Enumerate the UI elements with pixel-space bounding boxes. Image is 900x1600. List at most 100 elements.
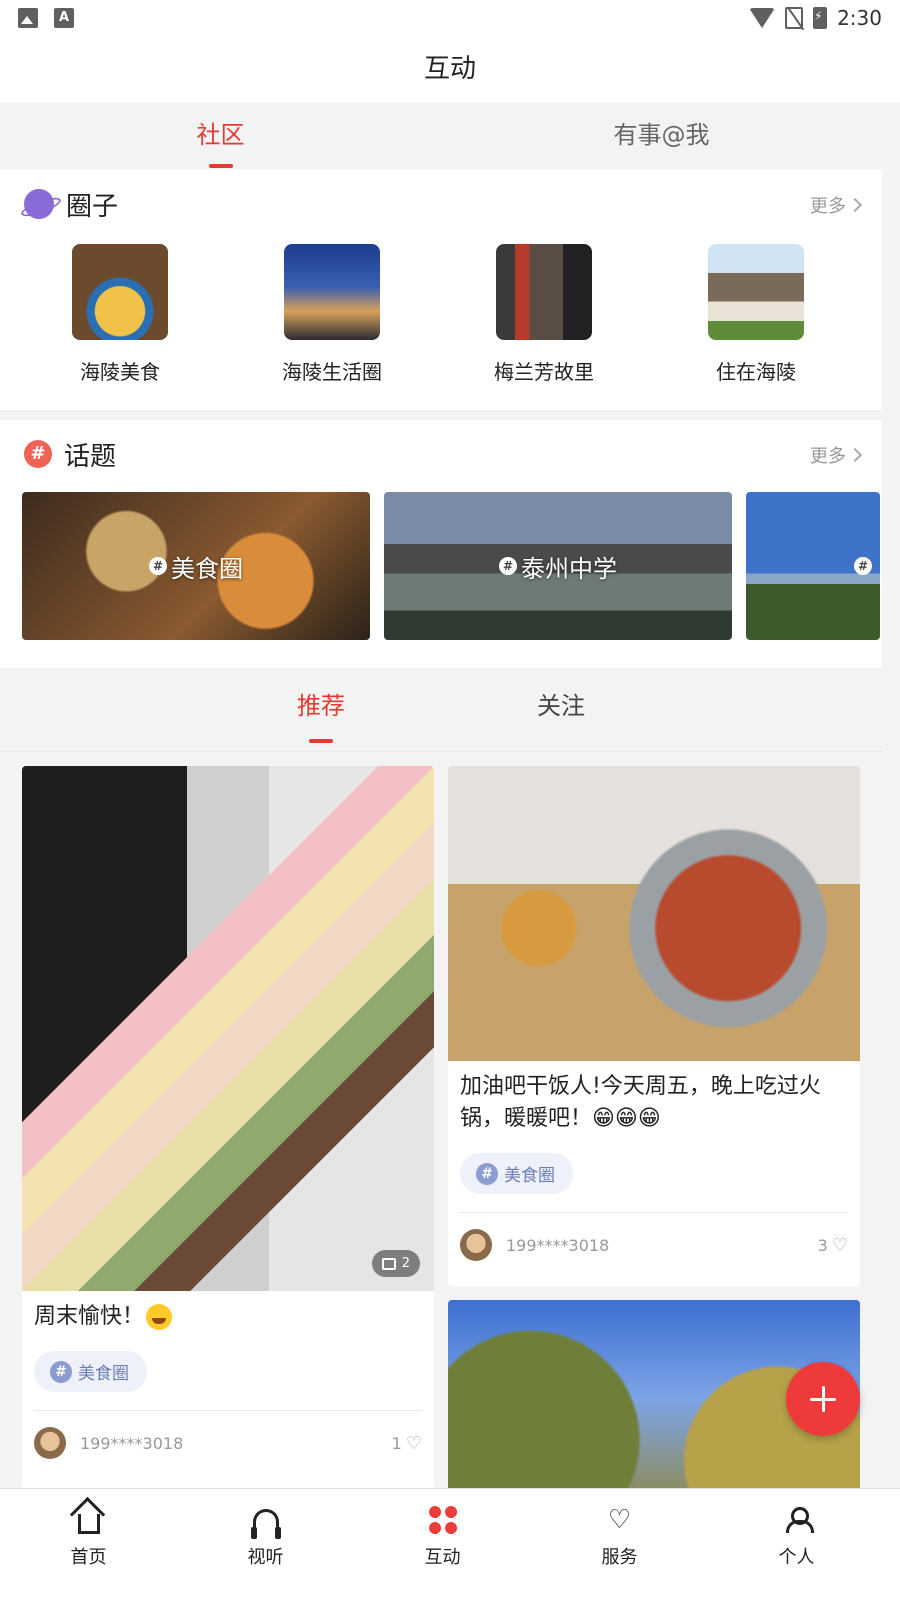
post-tag-label: 美食圈: [504, 1166, 555, 1186]
circle-thumbnail: [284, 244, 380, 340]
topics-title: 话题: [64, 441, 117, 472]
circles-section: 圈子 更多 海陵美食 海陵生活圈 梅兰芳故里 住在海陵: [0, 170, 882, 410]
topic-hash-icon: #: [854, 557, 872, 575]
circle-thumbnail: [708, 244, 804, 340]
topic-card[interactable]: # 泰州中学: [384, 492, 732, 640]
topic-hash-icon: #: [499, 557, 517, 575]
topic-name: # 泰州中学: [499, 549, 617, 584]
post-tag[interactable]: # 美食圈: [460, 1153, 573, 1194]
post-card[interactable]: 2 周末愉快！ # 美食圈 199****3018 1 ♡: [22, 766, 434, 1488]
like-button[interactable]: 1 ♡: [392, 1433, 422, 1454]
post-username[interactable]: 199****3018: [80, 1434, 183, 1453]
post-card[interactable]: 加油吧干饭人!今天周五，晚上吃过火锅，暖暖吧！😁😁😁 # 美食圈 199****…: [448, 766, 860, 1286]
home-icon: [0, 1505, 177, 1535]
status-system: 2:30: [749, 6, 882, 30]
page-title: 互动: [0, 36, 900, 102]
tab-active-indicator: [309, 739, 333, 743]
status-time: 2:30: [837, 6, 882, 30]
circles-more-label: 更多: [810, 196, 846, 217]
post-text-content: 周末愉快！: [34, 1304, 145, 1329]
tab-mentions[interactable]: 有事@我: [441, 102, 882, 170]
circle-item[interactable]: 住在海陵: [650, 244, 862, 385]
topic-list: # 美食圈 # 泰州中学 #: [22, 492, 880, 640]
photo-icon: [381, 1257, 396, 1270]
hashtag-icon: #: [24, 440, 52, 468]
person-icon: [708, 1505, 885, 1535]
topics-header: # 话题: [24, 436, 116, 472]
post-text: 周末愉快！: [22, 1291, 434, 1333]
nav-interact[interactable]: 互动: [354, 1489, 531, 1600]
avatar[interactable]: [460, 1229, 492, 1261]
like-count: 3: [817, 1235, 828, 1255]
heart-hand-icon: ♡: [607, 1505, 632, 1535]
feed-tabs: 推荐 关注: [0, 670, 882, 752]
image-notification-icon: [18, 8, 38, 28]
add-post-button[interactable]: [786, 1362, 860, 1436]
post-tag[interactable]: # 美食圈: [34, 1351, 147, 1392]
top-tabs: 社区 有事@我: [0, 102, 882, 170]
circle-item[interactable]: 海陵生活圈: [226, 244, 438, 385]
headphones-icon: [177, 1505, 354, 1539]
topic-name: #: [854, 557, 876, 575]
battery-charging-icon: [813, 7, 828, 29]
clover-icon: [354, 1505, 531, 1535]
circles-title: 圈子: [66, 191, 119, 222]
nav-profile[interactable]: 个人: [708, 1489, 885, 1600]
topic-card[interactable]: #: [746, 492, 880, 640]
tab-community-label: 社区: [196, 121, 245, 149]
circle-item[interactable]: 海陵美食: [14, 244, 226, 385]
wifi-icon: [749, 8, 776, 28]
font-notification-icon: A: [54, 8, 74, 28]
status-bar: A 2:30: [0, 0, 900, 36]
circle-label: 住在海陵: [716, 360, 796, 384]
heart-icon: ♡: [405, 1432, 422, 1454]
nav-service[interactable]: ♡ 服务: [531, 1489, 708, 1600]
topics-more-label: 更多: [810, 446, 846, 467]
planet-icon: [24, 189, 54, 219]
post-image: 2: [22, 766, 434, 1291]
tab-following-label: 关注: [537, 692, 585, 720]
nav-media[interactable]: 视听: [177, 1489, 354, 1600]
tab-active-indicator: [208, 164, 233, 168]
like-button[interactable]: 3 ♡: [818, 1235, 848, 1256]
post-username[interactable]: 199****3018: [506, 1236, 609, 1255]
tab-community[interactable]: 社区: [0, 102, 441, 170]
circle-label: 海陵美食: [80, 360, 160, 384]
nav-profile-label: 个人: [778, 1547, 815, 1568]
tab-mentions-label: 有事@我: [613, 121, 710, 149]
image-count: 2: [401, 1256, 410, 1271]
nav-home[interactable]: 首页: [0, 1489, 177, 1600]
circle-label: 海陵生活圈: [282, 360, 382, 384]
circle-thumbnail: [496, 244, 592, 340]
bottom-nav: 首页 视听 互动 ♡ 服务 个人: [0, 1488, 900, 1600]
post-tag-label: 美食圈: [78, 1364, 129, 1384]
topics-more-link[interactable]: 更多: [810, 442, 863, 468]
nav-media-label: 视听: [247, 1547, 284, 1568]
topic-name: # 美食圈: [149, 549, 243, 584]
tag-hash-icon: #: [476, 1162, 498, 1185]
tab-recommended-label: 推荐: [297, 692, 345, 720]
tab-following[interactable]: 关注: [521, 670, 601, 751]
circle-thumbnail: [72, 244, 168, 340]
no-sim-icon: [785, 7, 804, 29]
topic-card[interactable]: # 美食圈: [22, 492, 370, 640]
nav-home-label: 首页: [70, 1547, 107, 1568]
circles-more-link[interactable]: 更多: [810, 192, 863, 218]
circle-item[interactable]: 梅兰芳故里: [438, 244, 650, 385]
status-notifications: A: [18, 8, 74, 28]
circles-header: 圈子: [24, 186, 118, 222]
post-text: 加油吧干饭人!今天周五，晚上吃过火锅，暖暖吧！😁😁😁: [460, 1074, 821, 1131]
heart-icon: ♡: [831, 1234, 848, 1256]
tag-hash-icon: #: [50, 1360, 72, 1383]
avatar[interactable]: [34, 1427, 66, 1459]
grin-emoji-icon: [146, 1304, 173, 1330]
topic-label: 美食圈: [171, 554, 243, 583]
post-meta: 199****3018 1 ♡: [22, 1411, 434, 1459]
nav-service-label: 服务: [601, 1547, 638, 1568]
topic-hash-icon: #: [149, 557, 167, 575]
circle-label: 梅兰芳故里: [494, 360, 594, 384]
post-meta: 199****3018 3 ♡: [448, 1213, 860, 1261]
nav-interact-label: 互动: [424, 1547, 461, 1568]
topic-label: 泰州中学: [521, 554, 617, 583]
tab-recommended[interactable]: 推荐: [281, 670, 361, 751]
